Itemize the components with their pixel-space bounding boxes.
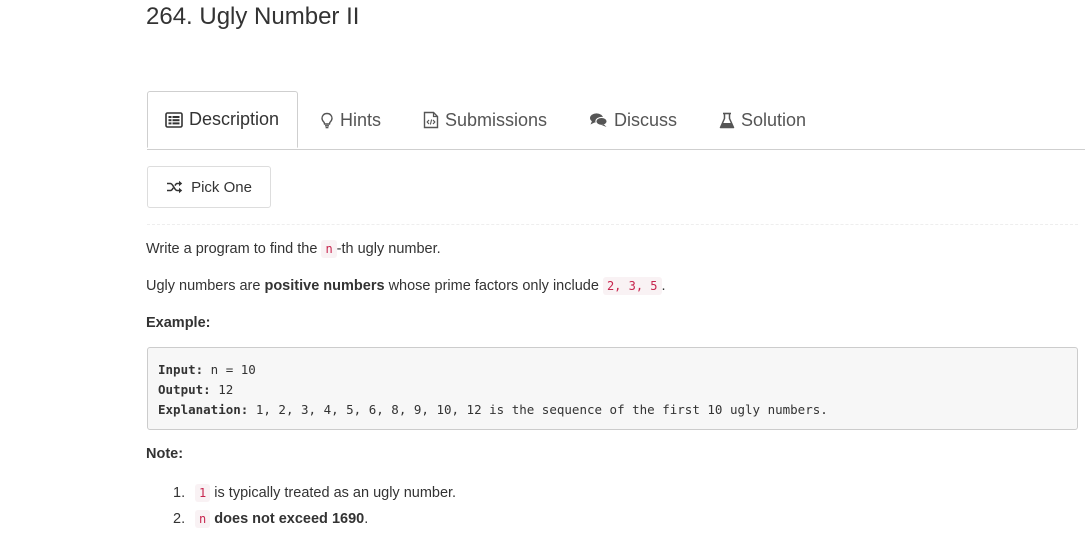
problem-statement-line: Write a program to find the n -th ugly nu… <box>146 239 441 259</box>
note-text: is typically treated as an ugly number. <box>214 485 457 501</box>
list-item: 1. 1 is typically treated as an ugly num… <box>173 480 456 506</box>
tab-hints[interactable]: Hints <box>320 91 381 149</box>
tab-solution[interactable]: Solution <box>719 91 806 149</box>
problem-page: 264. Ugly Number II Description Hints Su… <box>0 0 1085 533</box>
inline-code: n <box>195 510 211 528</box>
inline-code: 2, 3, 5 <box>602 277 662 295</box>
output-value: 12 <box>210 382 234 397</box>
explanation-value: 1, 2, 3, 4, 5, 6, 8, 9, 10, 12 is the se… <box>248 402 828 417</box>
bold-text: does not exceed 1690 <box>214 511 365 527</box>
tab-label: Submissions <box>445 109 548 130</box>
statement-text: -th ugly number. <box>336 241 441 257</box>
example-input-line: Input: n = 10 <box>158 360 1067 380</box>
divider <box>147 224 1078 225</box>
note-text: . <box>364 511 369 527</box>
input-value: n = 10 <box>203 362 256 377</box>
comments-icon <box>589 112 608 128</box>
page-title: 264. Ugly Number II <box>146 3 360 30</box>
statement-text: Write a program to find the <box>146 241 318 257</box>
inline-code: n <box>321 240 337 258</box>
inline-code: 1 <box>195 484 211 502</box>
example-explanation-line: Explanation: 1, 2, 3, 4, 5, 6, 8, 9, 10,… <box>158 400 1067 420</box>
example-output-line: Output: 12 <box>158 380 1067 400</box>
bold-text: positive numbers <box>264 278 385 294</box>
example-heading: Example: <box>146 313 210 333</box>
ugly-definition-line: Ugly numbers are positive numbers whose … <box>146 276 666 296</box>
note-heading: Note: <box>146 444 183 464</box>
shuffle-icon <box>166 180 183 194</box>
statement-text: whose prime factors only include <box>388 278 599 294</box>
lightbulb-icon <box>320 112 334 129</box>
tab-label: Description <box>189 109 280 129</box>
tab-submissions[interactable]: Submissions <box>423 91 547 149</box>
pick-one-button[interactable]: Pick One <box>147 166 271 208</box>
statement-text: Ugly numbers are <box>146 278 261 294</box>
tab-label: Hints <box>340 109 382 130</box>
statement-text: . <box>661 278 666 294</box>
tab-label: Solution <box>741 109 807 130</box>
tab-description[interactable]: Description <box>147 91 298 148</box>
flask-icon <box>719 112 735 129</box>
notes-list: 1. 1 is typically treated as an ugly num… <box>173 480 456 532</box>
tab-bar: Description Hints Submissions Discuss So… <box>147 91 1085 150</box>
list-number: 1. <box>173 485 186 501</box>
list-item: 2. n does not exceed 1690. <box>173 506 456 532</box>
pick-one-label: Pick One <box>191 178 252 196</box>
tab-discuss[interactable]: Discuss <box>589 91 677 149</box>
description-icon <box>165 111 183 128</box>
output-label: Output: <box>158 382 211 397</box>
code-file-icon <box>423 111 439 129</box>
explanation-label: Explanation: <box>158 402 249 417</box>
example-heading-text: Example: <box>146 315 211 331</box>
note-heading-text: Note: <box>146 446 184 462</box>
input-label: Input: <box>158 362 204 377</box>
list-number: 2. <box>173 511 186 527</box>
tab-label: Discuss <box>614 109 678 130</box>
example-code-block: Input: n = 10 Output: 12 Explanation: 1, 2… <box>147 347 1078 430</box>
